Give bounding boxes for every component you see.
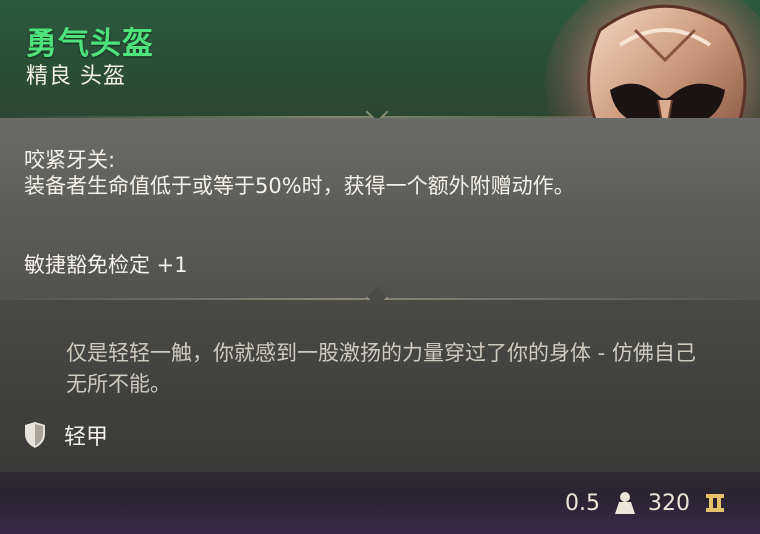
weight-icon <box>615 492 635 514</box>
tooltip-footer: 0.5 320 <box>0 472 760 534</box>
item-weight: 0.5 <box>565 490 600 516</box>
flavor-panel: 仅是轻轻一触，你就感到一股激扬的力量穿过了你的身体 - 仿佛自己无所不能。 轻甲 <box>0 300 760 472</box>
item-rarity-type: 精良 头盔 <box>26 64 126 89</box>
effect-description: 装备者生命值低于或等于50%时，获得一个额外附赠动作。 <box>24 174 575 198</box>
item-price: 320 <box>648 490 690 516</box>
effect-title: 咬紧牙关: <box>24 148 116 172</box>
flavor-text: 仅是轻轻一触，你就感到一股激扬的力量穿过了你的身体 - 仿佛自己无所不能。 <box>66 341 696 396</box>
item-name: 勇气头盔 <box>26 26 154 62</box>
shield-icon <box>25 422 45 448</box>
armor-type-row: 轻甲 <box>22 420 108 450</box>
gold-coin-icon <box>706 494 724 512</box>
armor-type-label: 轻甲 <box>64 425 109 450</box>
effects-panel: 咬紧牙关: 装备者生命值低于或等于50%时，获得一个额外附赠动作。 敏捷豁免检定… <box>0 118 760 300</box>
stat-bonus: 敏捷豁免检定 +1 <box>24 253 188 277</box>
item-value-stats: 0.5 320 <box>565 488 726 518</box>
tooltip-header: 勇气头盔 精良 头盔 <box>0 0 760 118</box>
item-tooltip: 勇气头盔 精良 头盔 咬紧牙关: 装备者生命值低于或等于50%时，获得一个额外附 <box>0 0 760 534</box>
